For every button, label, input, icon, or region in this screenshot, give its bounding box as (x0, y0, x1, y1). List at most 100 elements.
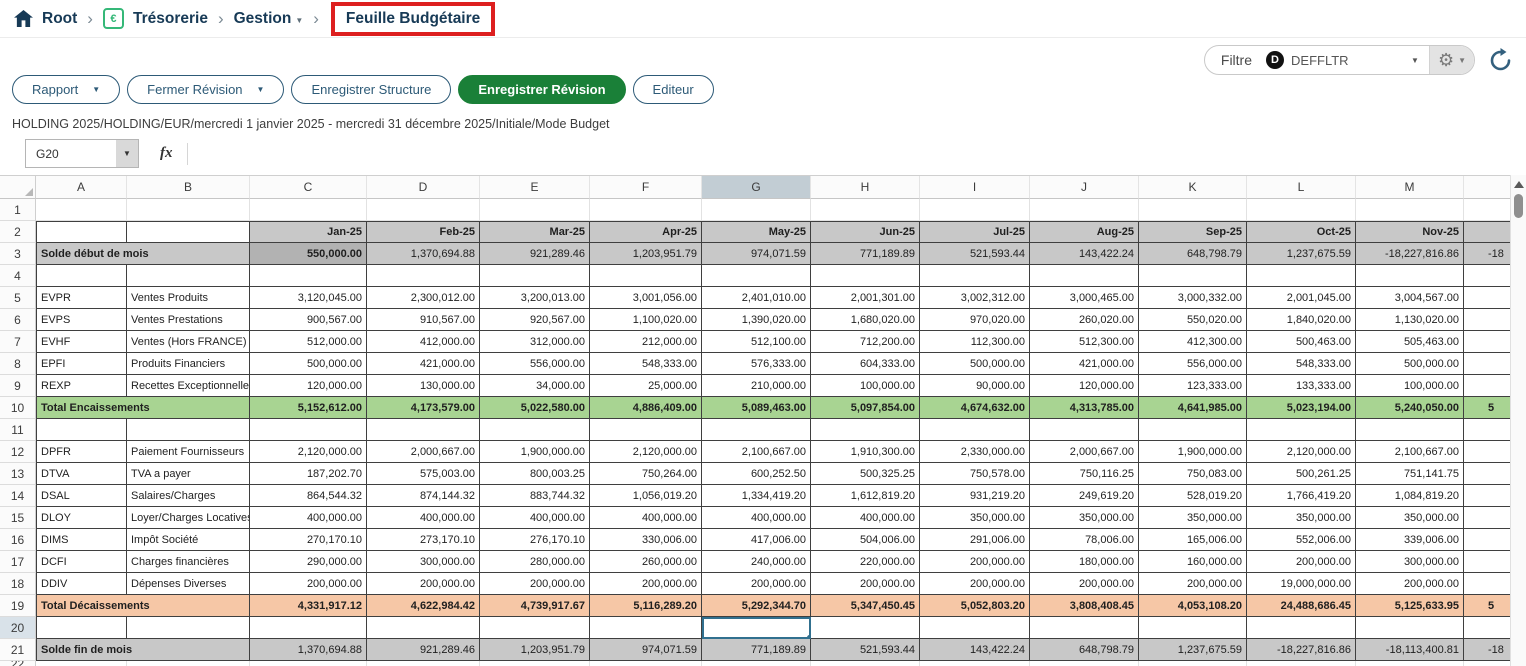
filter-settings-button[interactable]: ⚙ ▼ (1429, 45, 1474, 75)
cell-L21[interactable]: -18,227,816.86 (1247, 639, 1356, 661)
cell-I1[interactable] (920, 199, 1030, 221)
cell-K10[interactable]: 4,641,985.00 (1139, 397, 1247, 419)
cell-L7[interactable]: 500,463.00 (1247, 331, 1356, 353)
cell-K1[interactable] (1139, 199, 1247, 221)
cell-L5[interactable]: 2,001,045.00 (1247, 287, 1356, 309)
cell-F21[interactable]: 974,071.59 (590, 639, 702, 661)
col-header-G[interactable]: G (702, 176, 811, 199)
row-label-19[interactable]: Total Décaissements (36, 595, 250, 617)
cell-E7[interactable]: 312,000.00 (480, 331, 590, 353)
cell-M19[interactable]: 5,125,633.95 (1356, 595, 1464, 617)
cell-K13[interactable]: 750,083.00 (1139, 463, 1247, 485)
row-header-20[interactable]: 20 (0, 617, 36, 639)
cell-G14[interactable]: 1,334,419.20 (702, 485, 811, 507)
cell-H1[interactable] (811, 199, 920, 221)
cell-H17[interactable]: 220,000.00 (811, 551, 920, 573)
cell-H15[interactable]: 400,000.00 (811, 507, 920, 529)
cell-K21[interactable]: 1,237,675.59 (1139, 639, 1247, 661)
cell-J4[interactable] (1030, 265, 1139, 287)
cell-C11[interactable] (250, 419, 367, 441)
cell-L8[interactable]: 548,333.00 (1247, 353, 1356, 375)
cell-M14[interactable]: 1,084,819.20 (1356, 485, 1464, 507)
cell-N10[interactable]: 5 (1464, 397, 1510, 419)
cell-H16[interactable]: 504,006.00 (811, 529, 920, 551)
enregistrer-revision-button[interactable]: Enregistrer Révision (458, 75, 625, 104)
cell-H22[interactable] (811, 661, 920, 666)
cell-C5[interactable]: 3,120,045.00 (250, 287, 367, 309)
cell-D15[interactable]: 400,000.00 (367, 507, 480, 529)
cell-A18[interactable]: DDIV (36, 573, 127, 595)
cell-D22[interactable] (367, 661, 480, 666)
cell-I14[interactable]: 931,219.20 (920, 485, 1030, 507)
cell-A16[interactable]: DIMS (36, 529, 127, 551)
cell-N11[interactable] (1464, 419, 1510, 441)
cell-D9[interactable]: 130,000.00 (367, 375, 480, 397)
cell-K20[interactable] (1139, 617, 1247, 639)
cell-J2[interactable]: Aug-25 (1030, 221, 1139, 243)
cell-H19[interactable]: 5,347,450.45 (811, 595, 920, 617)
cell-M20[interactable] (1356, 617, 1464, 639)
cell-I22[interactable] (920, 661, 1030, 666)
cell-M21[interactable]: -18,113,400.81 (1356, 639, 1464, 661)
cell-D2[interactable]: Feb-25 (367, 221, 480, 243)
cell-N21[interactable]: -18 (1464, 639, 1510, 661)
cell-J19[interactable]: 3,808,408.45 (1030, 595, 1139, 617)
cell-G11[interactable] (702, 419, 811, 441)
cell-C10[interactable]: 5,152,612.00 (250, 397, 367, 419)
cell-E11[interactable] (480, 419, 590, 441)
cell-J8[interactable]: 421,000.00 (1030, 353, 1139, 375)
col-header-F[interactable]: F (590, 176, 702, 199)
cell-B13[interactable]: TVA a payer (127, 463, 250, 485)
cell-I3[interactable]: 521,593.44 (920, 243, 1030, 265)
cell-G2[interactable]: May-25 (702, 221, 811, 243)
cell-H2[interactable]: Jun-25 (811, 221, 920, 243)
cell-C9[interactable]: 120,000.00 (250, 375, 367, 397)
cell-G3[interactable]: 974,071.59 (702, 243, 811, 265)
cell-B22[interactable] (127, 661, 250, 666)
row-header-22[interactable]: 22 (0, 661, 36, 666)
cell-F8[interactable]: 548,333.00 (590, 353, 702, 375)
row-header-11[interactable]: 11 (0, 419, 36, 441)
cell-D19[interactable]: 4,622,984.42 (367, 595, 480, 617)
cell-F16[interactable]: 330,006.00 (590, 529, 702, 551)
cell-J3[interactable]: 143,422.24 (1030, 243, 1139, 265)
cell-E9[interactable]: 34,000.00 (480, 375, 590, 397)
cell-M16[interactable]: 339,006.00 (1356, 529, 1464, 551)
cell-C21[interactable]: 1,370,694.88 (250, 639, 367, 661)
row-header-1[interactable]: 1 (0, 199, 36, 221)
cell-C8[interactable]: 500,000.00 (250, 353, 367, 375)
cell-D12[interactable]: 2,000,667.00 (367, 441, 480, 463)
col-header-L[interactable]: L (1247, 176, 1356, 199)
cell-L22[interactable] (1247, 661, 1356, 666)
cell-M8[interactable]: 500,000.00 (1356, 353, 1464, 375)
cell-B4[interactable] (127, 265, 250, 287)
cell-B17[interactable]: Charges financières (127, 551, 250, 573)
cell-I5[interactable]: 3,002,312.00 (920, 287, 1030, 309)
cell-M7[interactable]: 505,463.00 (1356, 331, 1464, 353)
cell-K18[interactable]: 200,000.00 (1139, 573, 1247, 595)
cell-N4[interactable] (1464, 265, 1510, 287)
cell-K17[interactable]: 160,000.00 (1139, 551, 1247, 573)
row-header-14[interactable]: 14 (0, 485, 36, 507)
home-icon[interactable] (14, 10, 33, 28)
cell-N18[interactable] (1464, 573, 1510, 595)
cell-J21[interactable]: 648,798.79 (1030, 639, 1139, 661)
cell-J10[interactable]: 4,313,785.00 (1030, 397, 1139, 419)
row-label-10[interactable]: Total Encaissements (36, 397, 250, 419)
cell-N17[interactable] (1464, 551, 1510, 573)
cell-I9[interactable]: 90,000.00 (920, 375, 1030, 397)
cell-I17[interactable]: 200,000.00 (920, 551, 1030, 573)
cell-C18[interactable]: 200,000.00 (250, 573, 367, 595)
cell-G19[interactable]: 5,292,344.70 (702, 595, 811, 617)
cell-H13[interactable]: 500,325.25 (811, 463, 920, 485)
cell-F19[interactable]: 5,116,289.20 (590, 595, 702, 617)
col-header-B[interactable]: B (127, 176, 250, 199)
cell-F3[interactable]: 1,203,951.79 (590, 243, 702, 265)
cell-L12[interactable]: 2,120,000.00 (1247, 441, 1356, 463)
col-header-K[interactable]: K (1139, 176, 1247, 199)
cell-D6[interactable]: 910,567.00 (367, 309, 480, 331)
cell-L17[interactable]: 200,000.00 (1247, 551, 1356, 573)
cell-G15[interactable]: 400,000.00 (702, 507, 811, 529)
row-header-18[interactable]: 18 (0, 573, 36, 595)
cell-J7[interactable]: 512,300.00 (1030, 331, 1139, 353)
